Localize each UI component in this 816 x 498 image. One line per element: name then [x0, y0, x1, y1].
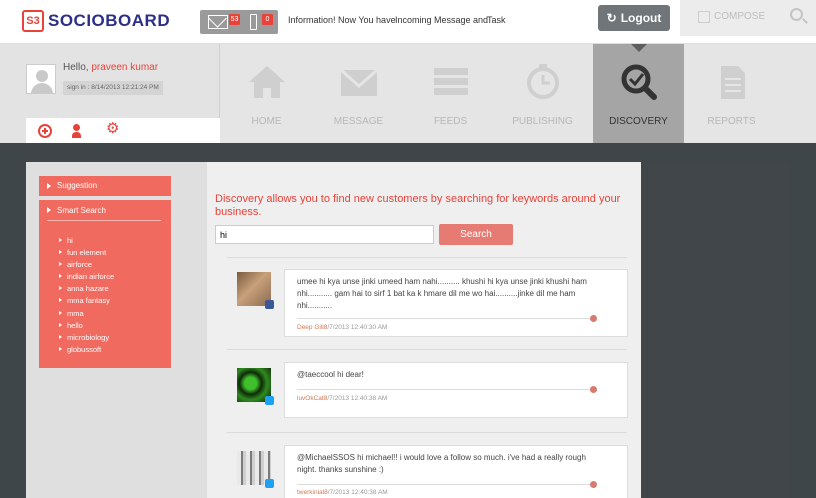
- suggestion-button[interactable]: Suggestion: [39, 176, 171, 196]
- header-strip: Hello, praveen kumar sign in : 8/14/2013…: [0, 44, 816, 143]
- keyword-item[interactable]: globussoft: [58, 344, 114, 356]
- logo-text: SOCIOBOARD: [48, 11, 171, 30]
- feed-card: @MichaelSSOS hi michael!! i would love a…: [284, 445, 628, 498]
- right-panel: [641, 162, 790, 498]
- keyword-list: hi fun element airforce indian airforce …: [58, 235, 114, 356]
- user-icon[interactable]: [72, 124, 86, 138]
- incoming-message-link[interactable]: Incoming Message and: [395, 15, 488, 25]
- facebook-icon: [265, 300, 274, 309]
- feed-dot[interactable]: [590, 315, 597, 322]
- search-input[interactable]: [215, 225, 434, 244]
- feed-dot[interactable]: [590, 386, 597, 393]
- keyword-item[interactable]: fun element: [58, 247, 114, 259]
- feed-text: @MichaelSSOS hi michael!! i would love a…: [297, 453, 586, 474]
- search-button[interactable]: Search: [439, 224, 513, 245]
- alert-icon[interactable]: [250, 14, 257, 30]
- logo-badge: S3: [22, 10, 44, 32]
- magnifier-check-icon: [621, 64, 657, 100]
- add-icon[interactable]: [38, 124, 52, 138]
- feed-item: @taeccool hi dear! luvOkCat8/7/2013 12:4…: [227, 349, 628, 435]
- feed-time: /7/2013 12:40:38 AM: [327, 489, 388, 496]
- top-bar: S3 SOCIOBOARD 53 0 Information! Now You …: [0, 0, 816, 44]
- avatar[interactable]: [237, 368, 274, 405]
- active-pointer: [631, 44, 647, 52]
- notification-box: 53 0: [200, 10, 278, 34]
- feed-card: umee hi kya unse jinki umeed ham nahi...…: [284, 269, 628, 337]
- nav-discovery-label: DISCOVERY: [609, 116, 668, 127]
- logout-button[interactable]: ↻ Logout: [598, 5, 670, 31]
- feed-meta: luvOkCat8/7/2013 12:40:38 AM: [297, 395, 387, 402]
- twitter-icon: [265, 396, 274, 405]
- keyword-item[interactable]: mma: [58, 308, 114, 320]
- greeting-text: Hello,: [63, 62, 89, 73]
- feed-text: @taeccool hi dear!: [297, 370, 364, 379]
- smart-search-panel: Smart Search hi fun element airforce ind…: [39, 200, 171, 368]
- feed-meta: twerkinial8/7/2013 12:40:38 AM: [297, 489, 388, 496]
- feed-dot[interactable]: [590, 481, 597, 488]
- compose-icon: [698, 11, 710, 23]
- nav-feeds[interactable]: FEEDS: [405, 44, 496, 143]
- avatar[interactable]: [26, 64, 56, 94]
- task-link[interactable]: Task: [487, 15, 506, 25]
- compose-label: COMPOSE: [714, 11, 766, 22]
- feed-meta: Deep Gill8/7/2013 12:40:30 AM: [297, 324, 387, 331]
- feed-time: /7/2013 12:40:38 AM: [327, 395, 388, 402]
- divider: [297, 318, 593, 319]
- avatar[interactable]: [237, 451, 274, 488]
- mail-count-badge: 53: [229, 14, 240, 25]
- compose-area[interactable]: COMPOSE: [680, 0, 816, 36]
- smart-search-title[interactable]: Smart Search: [47, 206, 106, 215]
- feed-item: umee hi kya unse jinki umeed ham nahi...…: [227, 257, 628, 353]
- avatar[interactable]: [237, 272, 274, 309]
- nav-home-label: HOME: [251, 116, 282, 127]
- document-icon: [721, 66, 745, 99]
- alert-count-badge: 0: [262, 14, 273, 25]
- signin-time: sign in : 8/14/2013 12:21:24 PM: [63, 81, 163, 95]
- user-name[interactable]: praveen kumar: [91, 62, 158, 73]
- feeds-icon: [434, 68, 468, 95]
- greeting: Hello, praveen kumar: [63, 62, 158, 73]
- divider: [297, 389, 593, 390]
- feed-item: @MichaelSSOS hi michael!! i would love a…: [227, 432, 628, 498]
- home-icon: [249, 66, 285, 98]
- keyword-item[interactable]: microbiology: [58, 332, 114, 344]
- feed-text: umee hi kya unse jinki umeed ham nahi...…: [297, 277, 587, 310]
- feed-author[interactable]: Deep Gill8: [297, 324, 327, 331]
- keyword-item[interactable]: hello: [58, 320, 114, 332]
- nav-message[interactable]: MESSAGE: [313, 44, 404, 143]
- keyword-item[interactable]: indian airforce: [58, 271, 114, 283]
- nav-discovery[interactable]: DISCOVERY: [593, 44, 684, 143]
- logout-icon: ↻: [606, 11, 617, 25]
- clock-icon: [527, 64, 559, 99]
- discovery-main: Discovery allows you to find new custome…: [207, 162, 641, 498]
- logout-label: Logout: [620, 11, 662, 25]
- info-link[interactable]: Information! Now You have: [288, 15, 396, 25]
- keyword-item[interactable]: airforce: [58, 259, 114, 271]
- feed-card: @taeccool hi dear! luvOkCat8/7/2013 12:4…: [284, 362, 628, 418]
- nav-publishing[interactable]: PUBLISHING: [497, 44, 588, 143]
- feed-time: /7/2013 12:40:30 AM: [327, 324, 388, 331]
- nav-reports[interactable]: REPORTS: [686, 44, 777, 143]
- keyword-item[interactable]: mma fantasy: [58, 295, 114, 307]
- feed-author[interactable]: luvOkCat8: [297, 395, 327, 402]
- user-panel: Hello, praveen kumar sign in : 8/14/2013…: [0, 44, 220, 143]
- socioboard-logo[interactable]: S3 SOCIOBOARD: [22, 9, 170, 33]
- search-icon[interactable]: [790, 8, 803, 21]
- twitter-icon: [265, 479, 274, 488]
- nav-message-label: MESSAGE: [333, 116, 384, 127]
- user-tabs: ⚙: [26, 118, 220, 143]
- feed-author[interactable]: twerkinial8: [297, 489, 328, 496]
- nav-feeds-label: FEEDS: [433, 116, 468, 127]
- discovery-intro: Discovery allows you to find new custome…: [215, 193, 621, 218]
- divider: [47, 220, 161, 221]
- nav-publishing-label: PUBLISHING: [512, 116, 573, 127]
- envelope-icon: [340, 68, 378, 96]
- nav-reports-label: REPORTS: [707, 116, 756, 127]
- mail-icon[interactable]: [208, 15, 228, 29]
- divider: [297, 484, 593, 485]
- keyword-item[interactable]: hi: [58, 235, 114, 247]
- nav-home[interactable]: HOME: [221, 44, 312, 143]
- gear-icon[interactable]: ⚙: [106, 121, 120, 136]
- keyword-item[interactable]: anna hazare: [58, 283, 114, 295]
